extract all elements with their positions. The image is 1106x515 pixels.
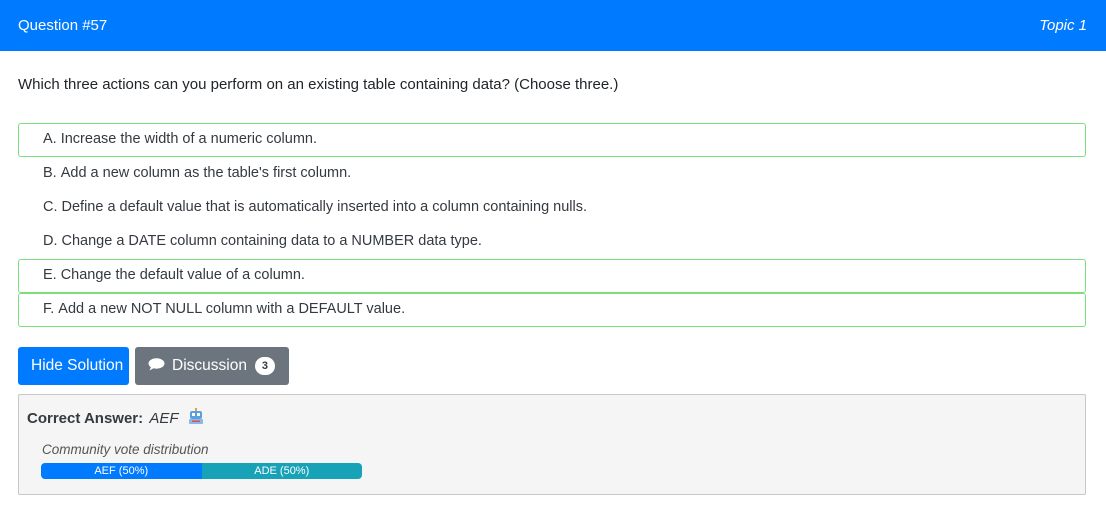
choice-text: Increase the width of a numeric column. <box>60 131 317 147</box>
discussion-button[interactable]: Discussion 3 <box>135 347 289 385</box>
vote-segment-aef: AEF (50%) <box>41 463 202 479</box>
correct-answer-line: Correct Answer: AEF <box>27 407 205 427</box>
choice-c[interactable]: C. Define a default value that is automat… <box>18 191 1086 225</box>
robot-icon <box>188 408 203 424</box>
chat-bubble-icon <box>148 358 165 371</box>
choice-letter: E. <box>43 267 57 283</box>
choice-a[interactable]: A. Increase the width of a numeric column… <box>18 123 1086 157</box>
question-number: Question #57 <box>18 17 108 34</box>
vote-segment-ade: ADE (50%) <box>201 463 362 479</box>
topic-label: Topic 1 <box>1039 17 1087 34</box>
choice-b[interactable]: B. Add a new column as the table's first … <box>18 157 1086 191</box>
choice-letter: C. <box>43 199 58 215</box>
correct-answer-value: AEF <box>149 410 179 427</box>
choice-letter: B. <box>43 165 57 181</box>
vote-distribution-bar: AEF (50%) ADE (50%) <box>41 463 362 479</box>
correct-answer-label: Correct Answer: <box>27 410 144 427</box>
question-header: Question #57 Topic 1 <box>0 0 1106 51</box>
choice-letter: D. <box>43 233 58 249</box>
question-text: Which three actions can you perform on a… <box>18 76 619 93</box>
choice-letter: F. <box>43 301 55 317</box>
vote-distribution-label: Community vote distribution <box>42 442 209 457</box>
discussion-label: Discussion <box>172 357 247 374</box>
answer-panel: Correct Answer: AEF Community vote distr… <box>18 394 1086 495</box>
hide-solution-button[interactable]: Hide Solution <box>18 347 129 385</box>
choice-d[interactable]: D. Change a DATE column containing data t… <box>18 225 1086 259</box>
choice-f[interactable]: F. Add a new NOT NULL column with a DEFAU… <box>18 293 1086 327</box>
choice-text: Add a new column as the table's first co… <box>60 165 352 181</box>
choice-e[interactable]: E. Change the default value of a column. <box>18 259 1086 293</box>
discussion-count-badge: 3 <box>254 357 275 375</box>
choice-text: Change a DATE column containing data to … <box>61 233 482 249</box>
choice-text: Add a new NOT NULL column with a DEFAULT… <box>58 301 406 317</box>
choice-text: Define a default value that is automatic… <box>61 199 588 215</box>
choice-letter: A. <box>43 131 57 147</box>
choice-text: Change the default value of a column. <box>60 267 305 283</box>
